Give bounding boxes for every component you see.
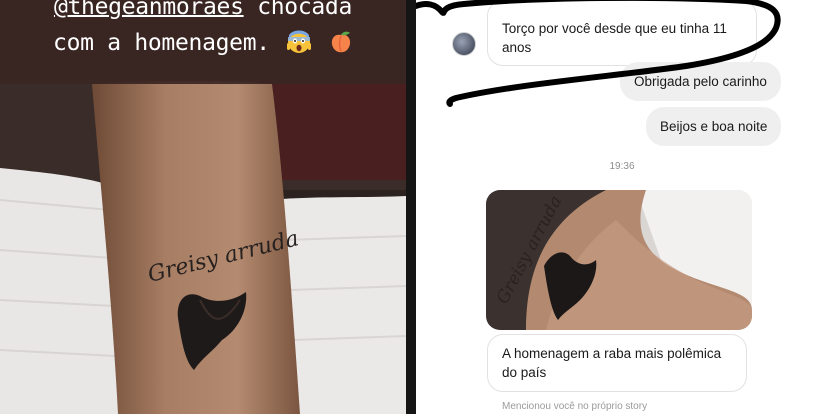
face-screaming-in-fear-icon (287, 30, 312, 53)
outgoing-message[interactable]: Obrigada pelo carinho (620, 62, 781, 101)
outgoing-message[interactable]: Beijos e boa noite (646, 107, 782, 146)
story-caption-line-2: com a homenagem. (0, 30, 406, 56)
story-caption-rest: chocada (257, 0, 353, 20)
dm-thread[interactable]: Torço por você desde que eu tinha 11 ano… (416, 0, 828, 414)
story-mention-link[interactable]: @thegeanmoraes (54, 0, 244, 20)
incoming-reply-message[interactable]: A homenagem a raba mais polêmica do país (487, 334, 747, 392)
sender-avatar[interactable] (452, 32, 476, 56)
story-caption-text: com a homenagem. (53, 30, 270, 56)
panel-divider (406, 0, 416, 414)
message-timestamp: 19:36 (609, 161, 635, 172)
shared-story-photo[interactable]: Greisy arruda (486, 190, 752, 330)
story-panel: Greisy arruda @thegeanmoraes chocada com… (0, 0, 406, 414)
mention-note: Mencionou você no próprio story (502, 401, 648, 412)
incoming-message[interactable]: Torço por você desde que eu tinha 11 ano… (487, 0, 757, 66)
peach-icon (331, 31, 351, 53)
story-caption-line-1: @thegeanmoraes chocada (0, 0, 406, 20)
